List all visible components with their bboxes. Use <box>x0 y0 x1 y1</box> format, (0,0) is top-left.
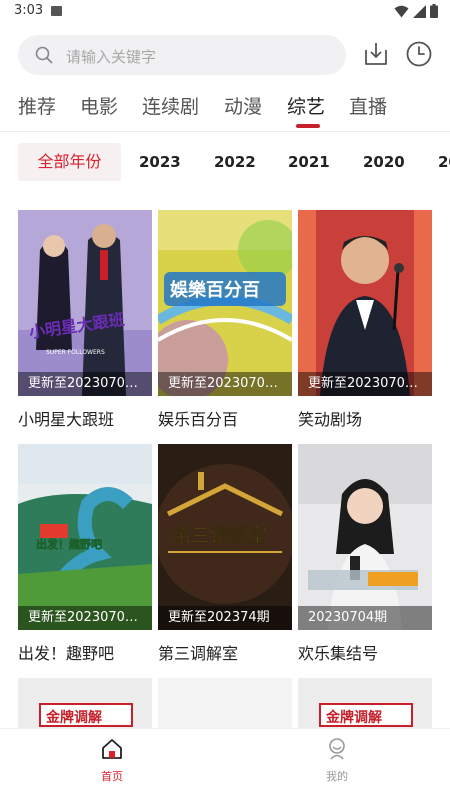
update-caption: 更新至202374期 <box>158 606 292 630</box>
year-chip-all[interactable]: 全部年份 <box>18 143 121 181</box>
tab-anime[interactable]: 动漫 <box>224 92 262 119</box>
show-title: 娱乐百分百 <box>158 410 239 429</box>
year-chip-partial[interactable]: 20 <box>438 143 450 181</box>
tab-live[interactable]: 直播 <box>349 92 387 119</box>
show-title: 小明星大跟班 <box>18 410 115 429</box>
history-button[interactable] <box>405 40 433 68</box>
poster-title-text: 第三调解室 <box>172 524 267 547</box>
poster-image: 更新至2023070… <box>298 210 432 396</box>
poster-title-text: 金牌调解 <box>45 709 102 726</box>
show-card[interactable]: 出发！趣野吧 更新至2023070… 出发！趣野吧 <box>18 444 152 663</box>
year-chip-2023[interactable]: 2023 <box>139 143 181 181</box>
poster-subtitle-text: SUPER FOLLOWERS <box>46 349 105 356</box>
poster-image: 娛樂百分百 更新至2023070… <box>158 210 292 396</box>
update-caption: 更新至2023070… <box>18 606 152 630</box>
status-bar: 3:03 <box>0 0 450 24</box>
update-caption: 20230704期 <box>298 606 432 630</box>
year-filter: 全部年份 2023 2022 2021 2020 20 <box>0 143 450 181</box>
show-title: 出发！趣野吧 <box>18 644 115 663</box>
show-card[interactable]: 金牌调解 <box>18 678 152 728</box>
show-card[interactable]: 娛樂百分百 更新至2023070… 娱乐百分百 <box>158 210 292 429</box>
year-chip-2022[interactable]: 2022 <box>214 143 256 181</box>
home-icon <box>102 739 122 759</box>
nav-mine[interactable]: 我的 <box>307 737 367 784</box>
photo-notification-icon <box>51 6 62 16</box>
show-card[interactable]: 第三调解室 更新至202374期 第三调解室 <box>158 444 292 663</box>
tab-variety[interactable]: 综艺 <box>287 92 325 119</box>
show-title: 欢乐集结号 <box>298 644 379 663</box>
battery-icon <box>430 4 438 18</box>
status-indicators <box>394 4 438 18</box>
poster-image: 小明星大跟班 SUPER FOLLOWERS 更新至2023070… <box>18 210 152 396</box>
bottom-nav: 首页 我的 <box>0 728 450 800</box>
clock-icon <box>406 41 432 67</box>
search-icon <box>35 46 53 64</box>
tab-movie[interactable]: 电影 <box>80 92 118 119</box>
nav-home[interactable]: 首页 <box>82 737 142 784</box>
user-icon <box>329 738 345 760</box>
show-card[interactable]: 更新至2023070… 笑动剧场 <box>298 210 432 429</box>
poster-title-text: 娛樂百分百 <box>169 279 260 301</box>
active-tab-indicator <box>296 124 320 128</box>
signal-icon <box>413 4 426 18</box>
show-card[interactable]: 金牌调解 <box>298 678 432 728</box>
show-card[interactable]: 20230704期 欢乐集结号 <box>298 444 432 663</box>
category-tabs: 推荐 电影 连续剧 动漫 综艺 直播 <box>0 92 450 128</box>
show-title: 第三调解室 <box>158 644 239 663</box>
divider <box>0 131 450 132</box>
nav-mine-label: 我的 <box>326 770 348 783</box>
wifi-icon <box>394 5 409 17</box>
show-card[interactable] <box>158 678 292 728</box>
download-button[interactable] <box>362 40 390 68</box>
poster-image: 出发！趣野吧 更新至2023070… <box>18 444 152 630</box>
poster-image: 20230704期 <box>298 444 432 630</box>
poster-title-text: 出发！趣野吧 <box>36 537 102 551</box>
update-caption: 更新至2023070… <box>298 372 432 396</box>
year-chip-2020[interactable]: 2020 <box>363 143 405 181</box>
status-time: 3:03 <box>14 3 44 18</box>
download-icon <box>365 43 387 65</box>
poster-image <box>158 678 292 728</box>
update-caption: 更新至2023070… <box>18 372 152 396</box>
poster-image: 第三调解室 更新至202374期 <box>158 444 292 630</box>
update-caption: 更新至2023070… <box>158 372 292 396</box>
tab-recommend[interactable]: 推荐 <box>18 92 56 119</box>
search-input[interactable]: 请输入关键字 <box>18 35 346 75</box>
year-chip-2021[interactable]: 2021 <box>288 143 330 181</box>
poster-image: 金牌调解 <box>18 678 152 728</box>
search-placeholder: 请输入关键字 <box>66 48 157 66</box>
show-card[interactable]: 小明星大跟班 SUPER FOLLOWERS 更新至2023070… 小明星大跟… <box>18 210 152 429</box>
show-title: 笑动剧场 <box>298 410 363 429</box>
tab-series[interactable]: 连续剧 <box>142 92 199 119</box>
poster-image: 金牌调解 <box>298 678 432 728</box>
poster-title-text: 金牌调解 <box>325 709 382 726</box>
nav-home-label: 首页 <box>101 770 123 783</box>
